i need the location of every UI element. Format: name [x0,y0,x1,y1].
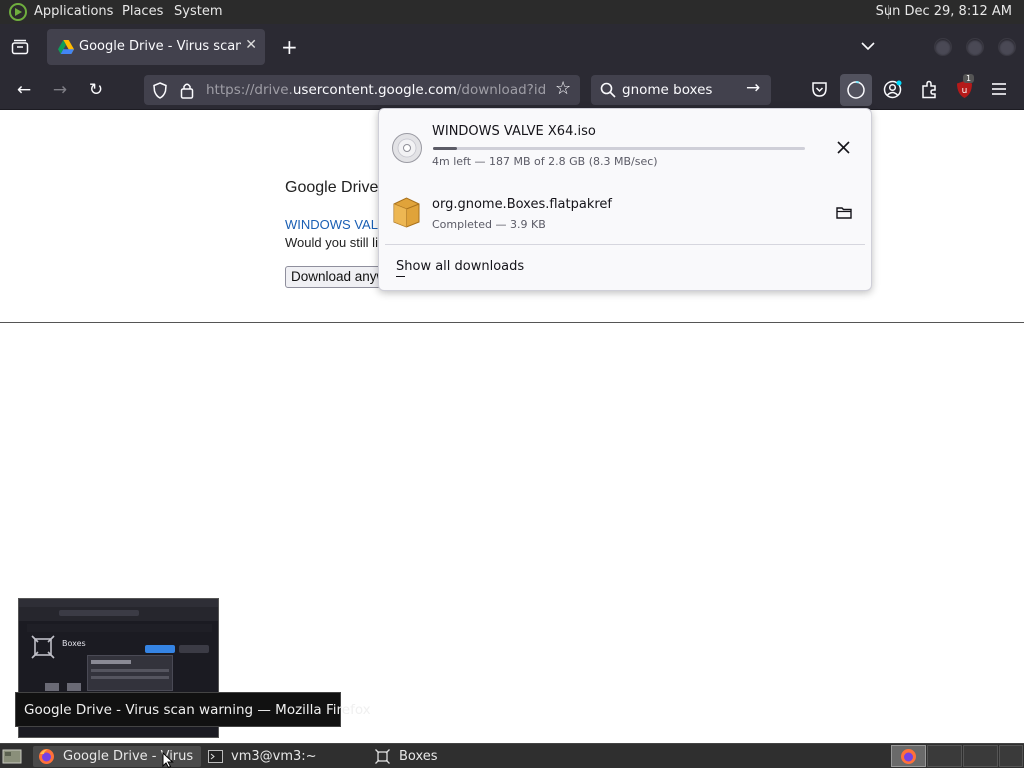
close-window-button[interactable] [998,38,1016,56]
show-all-downloads-button[interactable]: Show all downloads [396,259,524,274]
page-question: Would you still li [285,235,378,250]
nav-bar: ← → ↻ https://drive.usercontent.google.c… [0,70,1024,110]
url-prefix: https://drive. [206,82,293,98]
google-drive-icon [58,40,74,54]
disc-icon [392,133,422,163]
download-status: Completed — 3.9 KB [432,218,546,231]
url-text[interactable]: https://drive.usercontent.google.com/dow… [206,82,546,98]
preview-thumb [67,683,81,691]
tracking-shield-icon[interactable] [152,82,168,99]
download-progress-icon [847,81,865,99]
page-title: Google Drive [285,179,379,196]
search-input[interactable]: gnome boxes [622,82,712,98]
preview-button [145,645,175,653]
reload-icon[interactable]: ↻ [84,78,108,102]
extensions-icon[interactable] [920,80,938,99]
download-progress-bar [433,147,805,150]
search-bar[interactable]: gnome boxes → [591,75,771,105]
boxes-app-icon [31,635,55,659]
downloads-button[interactable] [840,74,872,106]
download-item[interactable]: org.gnome.Boxes.flatpakref Completed — 3… [379,177,871,241]
download-status: 4m left — 187 MB of 2.8 GB (8.3 MB/sec) [432,155,658,168]
preview-header [27,624,212,632]
access-key-underline [396,276,405,277]
download-item[interactable]: WINDOWS VALVE X64.iso 4m left — 187 MB o… [379,109,871,177]
taskbar-item-label: Boxes [399,749,438,764]
preview-button [179,645,209,653]
preview-urlbar [59,610,139,616]
url-path: /download?id=1h [456,82,546,98]
hamburger-menu-icon[interactable] [991,82,1007,96]
preview-dialog-text [91,676,169,679]
top-panel: Applications Places System Sun Dec 29, 8… [0,0,1024,24]
search-icon [600,82,616,98]
workspace-switcher-active[interactable] [891,745,926,767]
tab-close-icon[interactable]: ✕ [245,37,257,53]
tab-overview-icon[interactable] [11,39,29,55]
distro-logo-icon[interactable] [7,2,29,22]
download-progress-fill [433,147,457,150]
workspace-switcher[interactable] [999,745,1023,767]
system-menu[interactable]: System [174,4,222,19]
open-folder-icon[interactable] [836,206,852,219]
tab-title: Google Drive - Virus scan warning [79,39,241,54]
cancel-download-icon[interactable] [837,141,850,154]
tab-google-drive[interactable]: Google Drive - Virus scan warning ✕ [47,29,265,65]
preview-titlebar [19,599,218,607]
package-icon [393,197,420,228]
forward-icon[interactable]: → [48,78,72,102]
taskbar-item-label: Google Drive - Virus scan warning — Mozi… [63,749,197,764]
taskbar: Google Drive - Virus scan warning — Mozi… [0,743,1024,768]
workspace-switcher[interactable] [927,745,962,767]
page-divider [0,322,1024,323]
search-go-icon[interactable]: → [746,78,760,98]
downloads-panel: WINDOWS VALVE X64.iso 4m left — 187 MB o… [378,108,872,291]
minimize-window-button[interactable] [934,38,952,56]
download-name: org.gnome.Boxes.flatpakref [432,197,612,212]
ublock-extension-icon[interactable]: u 1 [955,74,975,99]
maximize-window-button[interactable] [966,38,984,56]
ublock-badge: 1 [963,74,975,83]
chevron-down-icon[interactable] [861,41,875,51]
firefox-icon [901,749,916,764]
mouse-cursor-icon [162,752,174,768]
pocket-icon[interactable] [811,81,828,98]
preview-dialog-text [91,660,131,664]
taskbar-item-label: vm3@vm3:~ [231,749,317,764]
places-menu[interactable]: Places [122,4,163,19]
clock[interactable]: Sun Dec 29, 8:12 AM [876,4,1012,19]
show-desktop-icon[interactable] [2,748,22,764]
download-name: WINDOWS VALVE X64.iso [432,124,596,139]
firefox-icon [39,749,54,764]
url-host: usercontent.google.com [292,82,457,98]
back-icon[interactable]: ← [12,78,36,102]
svg-text:u: u [962,86,968,96]
preview-thumb [45,683,59,691]
page-filename-link[interactable]: WINDOWS VAL [285,217,378,232]
terminal-icon [208,750,223,763]
downloads-divider [385,244,865,245]
taskbar-item-boxes[interactable]: Boxes [370,746,535,767]
tab-strip: Google Drive - Virus scan warning ✕ + [0,24,1024,70]
bookmark-star-icon[interactable]: ☆ [555,78,571,99]
preview-dialog-text [91,669,169,672]
new-tab-icon[interactable]: + [281,35,298,59]
taskbar-item-terminal[interactable]: vm3@vm3:~ [203,746,368,767]
url-bar[interactable]: https://drive.usercontent.google.com/dow… [144,75,580,105]
account-icon[interactable] [883,80,902,99]
boxes-icon [375,749,390,764]
workspace-switcher[interactable] [963,745,998,767]
taskbar-item-firefox[interactable]: Google Drive - Virus scan warning — Mozi… [33,746,201,767]
preview-app-title: Boxes [62,639,86,648]
applications-menu[interactable]: Applications [34,4,113,19]
lock-icon[interactable] [180,82,194,99]
window-tooltip: Google Drive - Virus scan warning — Mozi… [15,692,371,727]
